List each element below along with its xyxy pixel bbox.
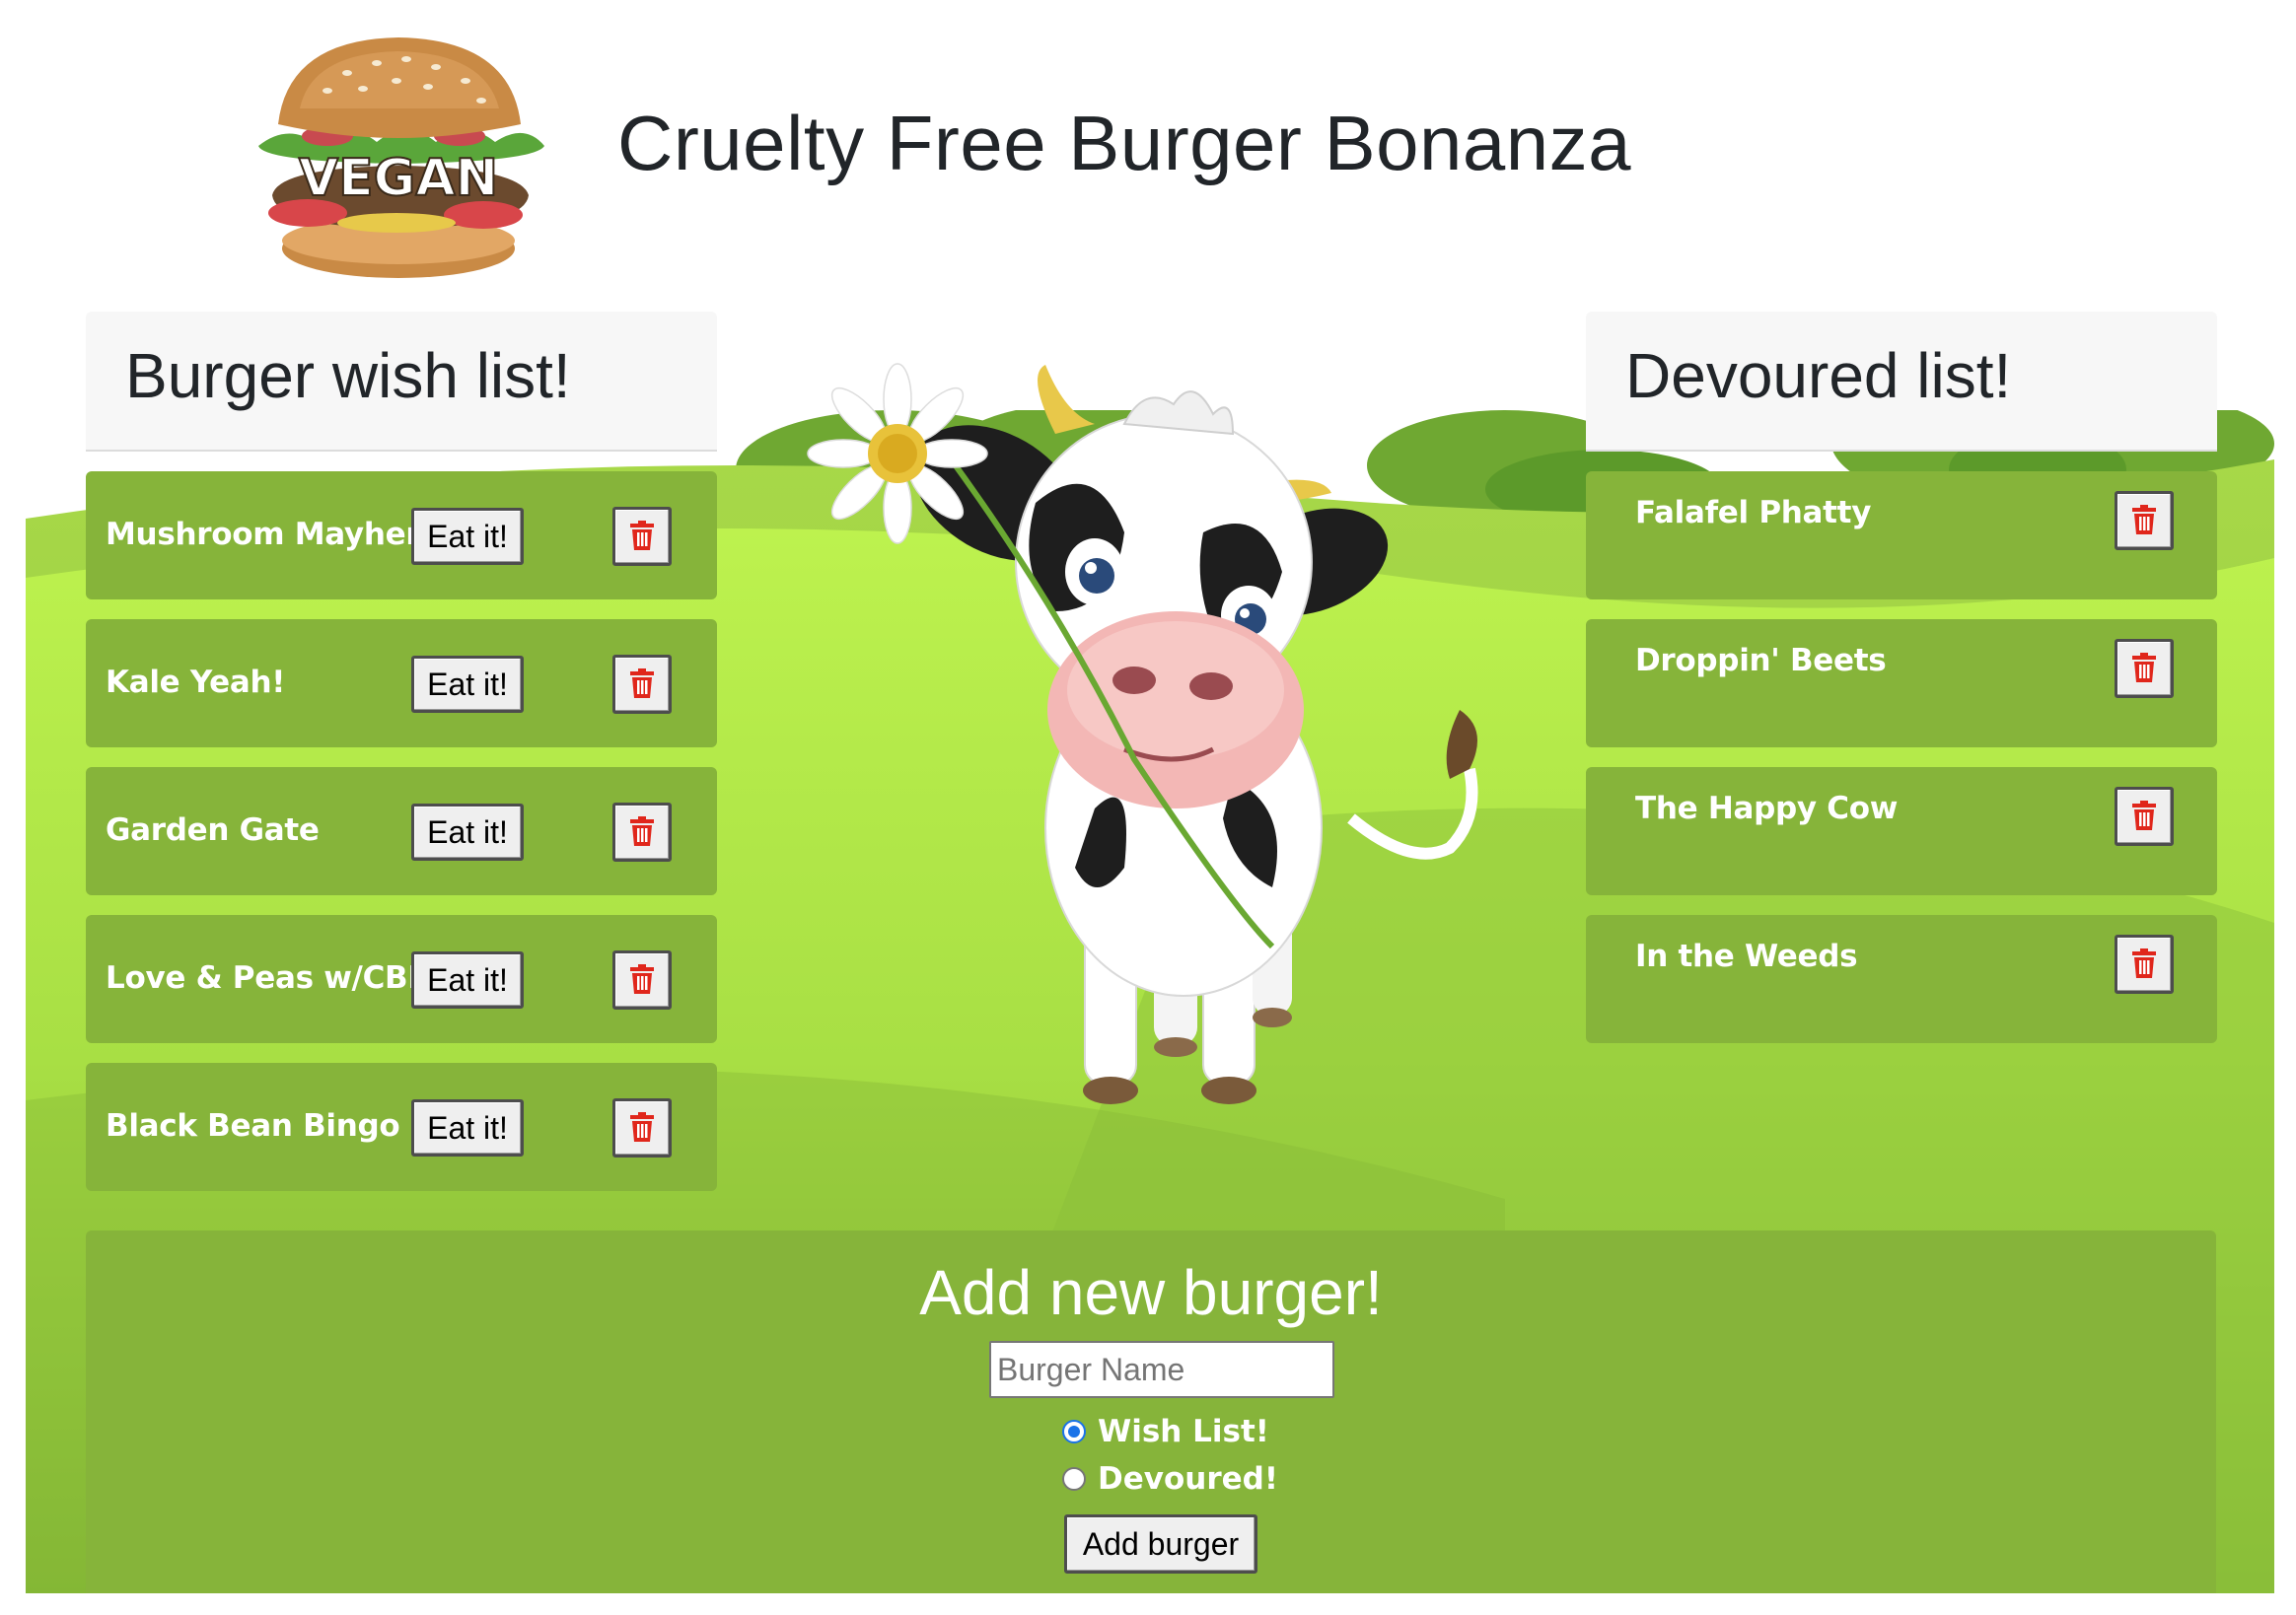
delete-button[interactable] [612,1098,672,1158]
delete-button[interactable] [2115,935,2174,994]
wish-list-radio-label: Wish List! [1098,1414,1269,1449]
delete-button[interactable] [612,803,672,862]
burger-name: Falafel Phatty [1635,495,1872,530]
burger-name: Love & Peas w/CBD [106,960,433,996]
cow-with-daisy-illustration [799,355,1509,1144]
add-burger-form: Add new burger! Wish List! Devoured! Add… [86,1230,2216,1593]
trash-icon [629,963,655,997]
logo-text: VEGAN [299,149,498,208]
delete-button[interactable] [612,655,672,714]
devoured-list-item: Falafel Phatty [1586,471,2217,599]
eat-it-button[interactable]: Eat it! [411,804,524,861]
add-burger-title: Add new burger! [919,1257,1383,1328]
delete-button[interactable] [612,507,672,566]
devoured-radio-label: Devoured! [1098,1461,1278,1497]
trash-icon [629,520,655,553]
wish-list-radio[interactable]: Wish List! [1062,1412,1269,1451]
trash-icon [2131,800,2157,833]
wish-list-item: Black Bean Bingo Eat it! [86,1063,717,1191]
trash-icon [629,1111,655,1145]
wish-list-panel: Burger wish list! Mushroom Mayhem Eat it… [86,312,717,1191]
delete-button[interactable] [2115,639,2174,698]
devoured-list-title: Devoured list! [1586,312,2217,452]
wish-list-title: Burger wish list! [86,312,717,452]
eat-it-button[interactable]: Eat it! [411,656,524,713]
wish-list-item: Mushroom Mayhem Eat it! [86,471,717,599]
eat-it-button[interactable]: Eat it! [411,508,524,565]
page-title: Cruelty Free Burger Bonanza [617,100,1631,186]
trash-icon [2131,652,2157,685]
eat-it-button[interactable]: Eat it! [411,951,524,1009]
burger-name: Kale Yeah! [106,665,286,700]
trash-icon [2131,948,2157,981]
wish-list-item: Love & Peas w/CBD Eat it! [86,915,717,1043]
burger-name: Black Bean Bingo [106,1108,400,1144]
burger-name: In the Weeds [1635,939,1858,974]
delete-button[interactable] [2115,491,2174,550]
burger-name: Garden Gate [106,812,320,848]
devoured-list-panel: Devoured list! Falafel Phatty Droppin' B… [1586,312,2217,1043]
wish-list-radio-button[interactable] [1062,1420,1086,1443]
devoured-list-item: Droppin' Beets [1586,619,2217,747]
eat-it-button[interactable]: Eat it! [411,1099,524,1157]
trash-icon [629,815,655,849]
devoured-list-item: In the Weeds [1586,915,2217,1043]
delete-button[interactable] [612,950,672,1010]
vegan-burger-logo: VEGAN [249,30,556,284]
wish-list-item: Kale Yeah! Eat it! [86,619,717,747]
trash-icon [2131,504,2157,537]
add-burger-button[interactable]: Add burger [1064,1514,1257,1574]
trash-icon [629,667,655,701]
burger-name: Droppin' Beets [1635,643,1887,678]
devoured-radio-button[interactable] [1062,1467,1086,1491]
wish-list-item: Garden Gate Eat it! [86,767,717,895]
burger-name: Mushroom Mayhem [106,517,438,552]
delete-button[interactable] [2115,787,2174,846]
devoured-radio[interactable]: Devoured! [1062,1459,1278,1499]
burger-name-input[interactable] [989,1341,1334,1398]
devoured-list-item: The Happy Cow [1586,767,2217,895]
burger-name: The Happy Cow [1635,791,1899,826]
